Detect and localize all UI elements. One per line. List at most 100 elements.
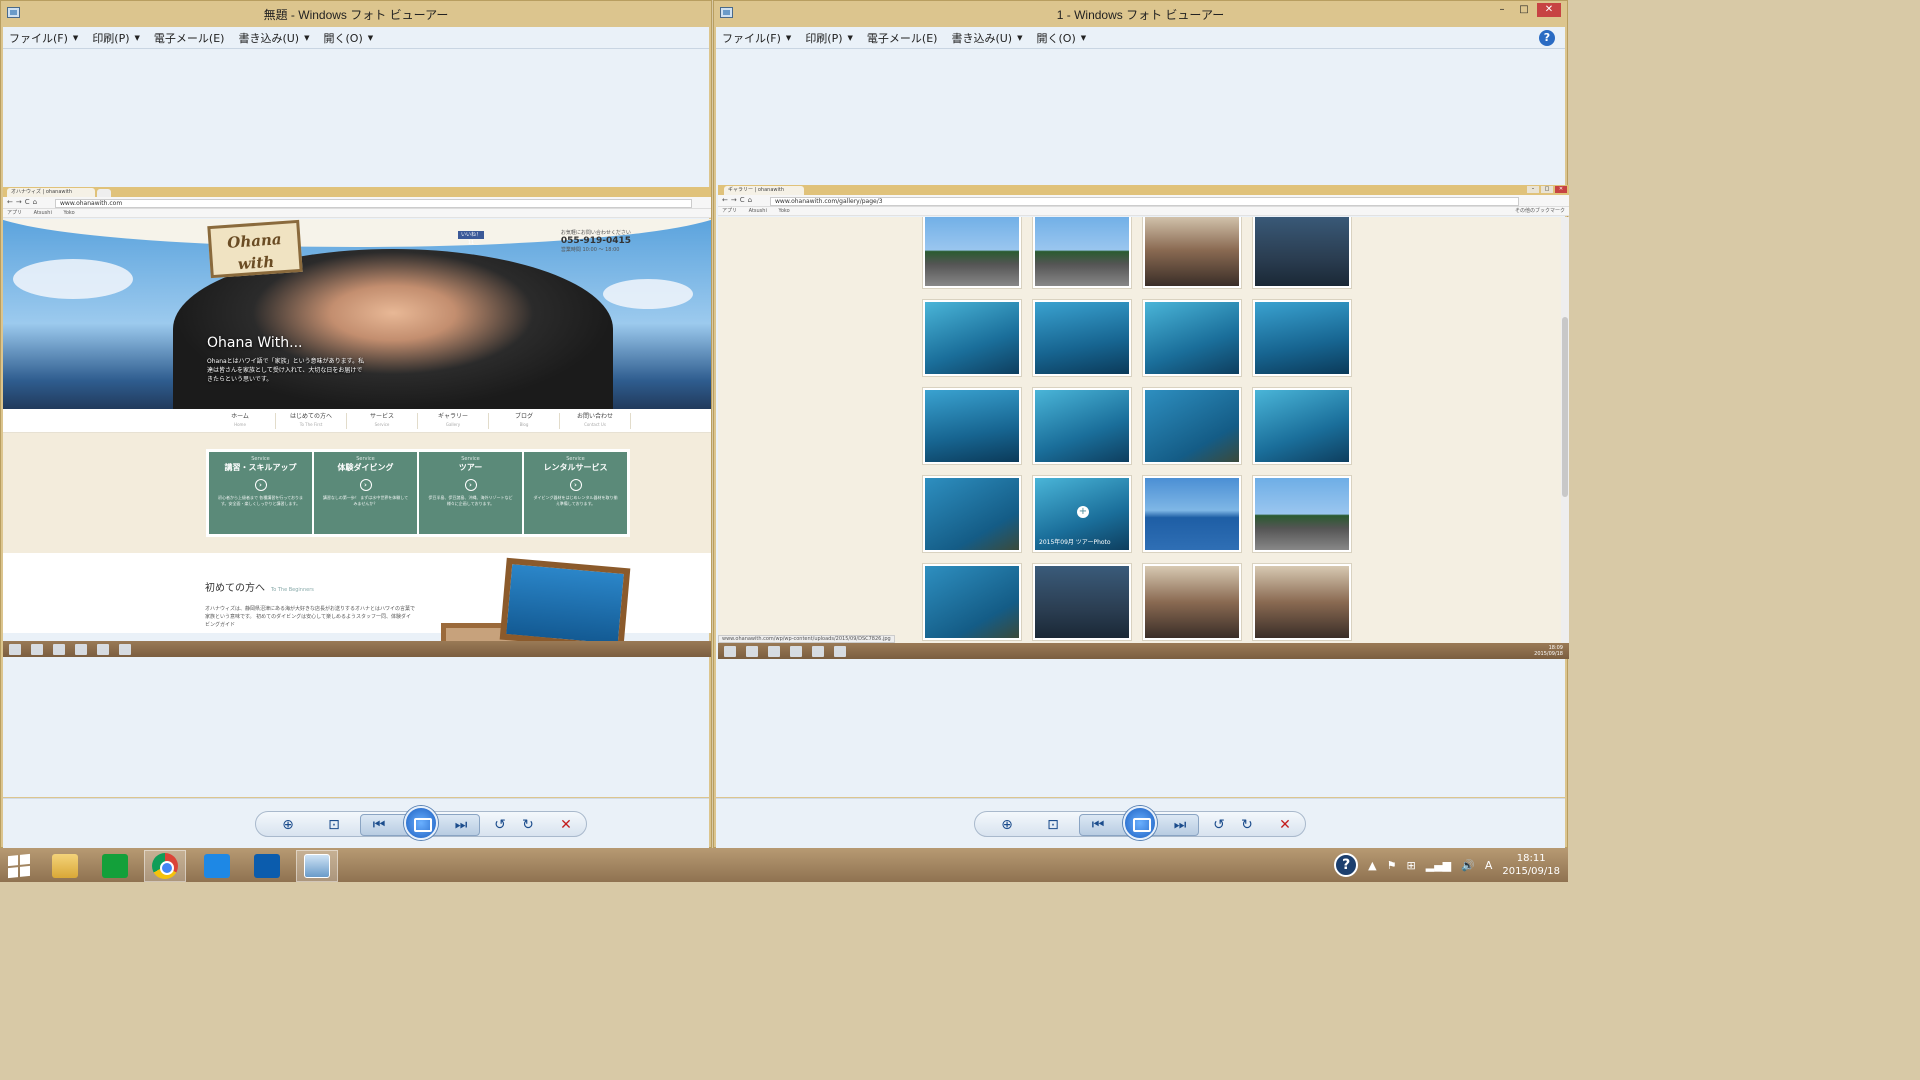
menu-print[interactable]: 印刷(P) ▼ bbox=[805, 30, 853, 46]
browser-toolbar: ←→C⌂ www.ohanawith.com bbox=[3, 197, 711, 209]
plus-icon: + bbox=[1077, 506, 1089, 518]
menu-open[interactable]: 開く(O) ▼ bbox=[324, 30, 374, 46]
title-bar[interactable]: 1 - Windows フォト ビューアー – □ ✕ bbox=[714, 1, 1567, 27]
gallery-thumbnail bbox=[1032, 217, 1132, 289]
slideshow-button[interactable] bbox=[404, 806, 438, 840]
show-hidden-icons-icon[interactable]: ▲ bbox=[1368, 859, 1376, 872]
help-icon[interactable]: ? bbox=[1539, 30, 1555, 46]
thumbnail-image bbox=[1145, 217, 1239, 286]
intro-text: オハナウィズは、静岡県沼津にある海が大好きな店長がお送りするオハナとはハワイの言… bbox=[205, 606, 416, 628]
zoom-icon[interactable]: ⊕ bbox=[278, 815, 298, 835]
zoom-icon[interactable]: ⊕ bbox=[997, 815, 1017, 835]
gallery-thumbnail bbox=[922, 299, 1022, 377]
gallery-thumbnail bbox=[1252, 217, 1352, 289]
gallery-thumbnail bbox=[1142, 217, 1242, 289]
close-icon[interactable]: ✕ bbox=[1537, 3, 1561, 17]
actual-size-icon[interactable]: ⊡ bbox=[324, 815, 344, 835]
gallery-thumbnail bbox=[1142, 299, 1242, 377]
status-url: www.ohanawith.com/wp/wp-content/uploads/… bbox=[718, 635, 895, 643]
control-pill: ⊕ ⊡ ⏮ ⏭ ↺ ↻ ✕ bbox=[255, 806, 587, 840]
hero-tagline: Ohana With... bbox=[207, 335, 303, 351]
menu-open[interactable]: 開く(O) ▼ bbox=[1037, 30, 1087, 46]
gallery-thumbnail: +2015年09月 ツアーPhoto bbox=[1032, 475, 1132, 553]
browser-tabstrip: ギャラリー | ohanawith – □ ✕ bbox=[718, 185, 1569, 195]
nav-contact: お問い合わせ Contact Us bbox=[560, 413, 631, 429]
gallery-thumbnail bbox=[1252, 387, 1352, 465]
next-icon[interactable]: ⏭ bbox=[451, 815, 471, 835]
browser-nav-icons: ←→C⌂ bbox=[722, 196, 756, 204]
outlook-icon[interactable] bbox=[246, 850, 288, 882]
rotate-left-icon[interactable]: ↺ bbox=[490, 815, 510, 835]
gallery-thumbnail bbox=[1252, 299, 1352, 377]
actual-size-icon[interactable]: ⊡ bbox=[1043, 815, 1063, 835]
rotate-right-icon[interactable]: ↻ bbox=[518, 815, 538, 835]
windows-icon[interactable]: ⊞ bbox=[1407, 859, 1416, 872]
address-bar: www.ohanawith.com bbox=[55, 199, 693, 208]
previous-icon[interactable]: ⏮ bbox=[1088, 815, 1108, 835]
chrome-icon[interactable] bbox=[144, 850, 186, 882]
facebook-like: いいね！ 11 bbox=[458, 231, 484, 246]
displayed-screenshot: ギャラリー | ohanawith – □ ✕ ←→C⌂ www.ohanawith… bbox=[718, 185, 1569, 659]
help-icon[interactable]: ? bbox=[1334, 853, 1359, 877]
thumbnail-image bbox=[1145, 478, 1239, 550]
thumbnail-image bbox=[925, 478, 1019, 550]
thumbnail-image bbox=[1145, 302, 1239, 374]
bookmark: Atsushi bbox=[33, 210, 52, 216]
volume-icon[interactable]: 🔊 bbox=[1461, 859, 1475, 872]
menu-burn[interactable]: 書き込み(U) ▼ bbox=[951, 30, 1022, 46]
store-icon[interactable] bbox=[94, 850, 136, 882]
bookmarks-bar: アプリ Atsushi Yoko bbox=[3, 209, 711, 218]
site-hero: Ohana with いいね！ 11 お気軽にお問い合わせください 055-91… bbox=[3, 219, 711, 409]
ime-indicator[interactable]: A bbox=[1485, 859, 1493, 872]
gallery-thumbnail bbox=[1032, 299, 1132, 377]
delete-icon[interactable]: ✕ bbox=[1275, 815, 1295, 835]
slideshow-button[interactable] bbox=[1123, 806, 1157, 840]
services-section: Service 講習・スキルアップ › 初心者から上級者まで 各種講習を行っております… bbox=[3, 433, 711, 553]
bookmark: Yoko bbox=[778, 208, 790, 214]
page-scrollbar bbox=[1561, 217, 1569, 643]
menu-file[interactable]: ファイル(F) ▼ bbox=[9, 30, 78, 46]
menu-email[interactable]: 電子メール(E) bbox=[867, 30, 938, 46]
image-viewport[interactable]: オハナウィズ | ohanawith ←→C⌂ www.ohanawith.co… bbox=[3, 49, 711, 797]
delete-icon[interactable]: ✕ bbox=[556, 815, 576, 835]
file-explorer-icon[interactable] bbox=[44, 850, 86, 882]
system-tray: ? ▲ ⚑ ⊞ ▂▄▆ 🔊 A 18:11 2015/09/18 bbox=[1334, 848, 1560, 882]
control-pill: ⊕ ⊡ ⏮ ⏭ ↺ ↻ ✕ bbox=[974, 806, 1306, 840]
gallery-thumbnail bbox=[1032, 563, 1132, 641]
rotate-right-icon[interactable]: ↻ bbox=[1237, 815, 1257, 835]
network-icon[interactable]: ▂▄▆ bbox=[1426, 859, 1451, 872]
thumbnail-image bbox=[1255, 217, 1349, 286]
thumbnail-image bbox=[1255, 390, 1349, 462]
thumbnail-image bbox=[925, 566, 1019, 638]
photo-viewer-taskbar-icon[interactable] bbox=[296, 850, 338, 882]
site-logo: Ohana with bbox=[207, 219, 303, 279]
maximize-icon[interactable]: □ bbox=[1515, 3, 1533, 17]
menu-email[interactable]: 電子メール(E) bbox=[154, 30, 225, 46]
bookmarks-bar: アプリ Atsushi Yoko その他のブックマーク bbox=[718, 207, 1569, 216]
start-icon[interactable] bbox=[8, 853, 30, 879]
menu-burn[interactable]: 書き込み(U) ▼ bbox=[238, 30, 309, 46]
new-tab-button bbox=[97, 189, 111, 197]
window-controls: – □ ✕ bbox=[1493, 3, 1561, 17]
other-bookmarks: その他のブックマーク bbox=[1514, 208, 1565, 214]
rotate-left-icon[interactable]: ↺ bbox=[1209, 815, 1229, 835]
gallery-thumbnail bbox=[1142, 387, 1242, 465]
thumbnail-image bbox=[925, 390, 1019, 462]
image-viewport[interactable]: ギャラリー | ohanawith – □ ✕ ←→C⌂ www.ohanawith… bbox=[716, 49, 1569, 797]
browser-tab: ギャラリー | ohanawith bbox=[724, 186, 804, 195]
nav-first: はじめての方へ To The First bbox=[276, 413, 347, 429]
title-bar[interactable]: 無題 - Windows フォト ビューアー bbox=[1, 1, 711, 27]
menu-file[interactable]: ファイル(F) ▼ bbox=[722, 30, 791, 46]
browser-tabstrip: オハナウィズ | ohanawith bbox=[3, 187, 711, 197]
window-title: 1 - Windows フォト ビューアー bbox=[1056, 8, 1225, 22]
clock[interactable]: 18:11 2015/09/18 bbox=[1502, 852, 1560, 878]
flag-icon[interactable]: ⚑ bbox=[1387, 859, 1397, 872]
minimize-icon[interactable]: – bbox=[1493, 3, 1511, 17]
previous-icon[interactable]: ⏮ bbox=[369, 815, 389, 835]
browser-toolbar: ←→C⌂ www.ohanawith.com/gallery/page/3 bbox=[718, 195, 1569, 207]
next-icon[interactable]: ⏭ bbox=[1170, 815, 1190, 835]
menu-print[interactable]: 印刷(P) ▼ bbox=[92, 30, 140, 46]
hero-description: Ohanaとはハワイ語で「家族」という意味があります。私達は皆さんを家族として受… bbox=[207, 358, 365, 383]
intro-section: 初めての方へ To The Beginners オハナウィズは、静岡県沼津にある海… bbox=[3, 553, 711, 657]
touch-app-icon[interactable] bbox=[196, 850, 238, 882]
